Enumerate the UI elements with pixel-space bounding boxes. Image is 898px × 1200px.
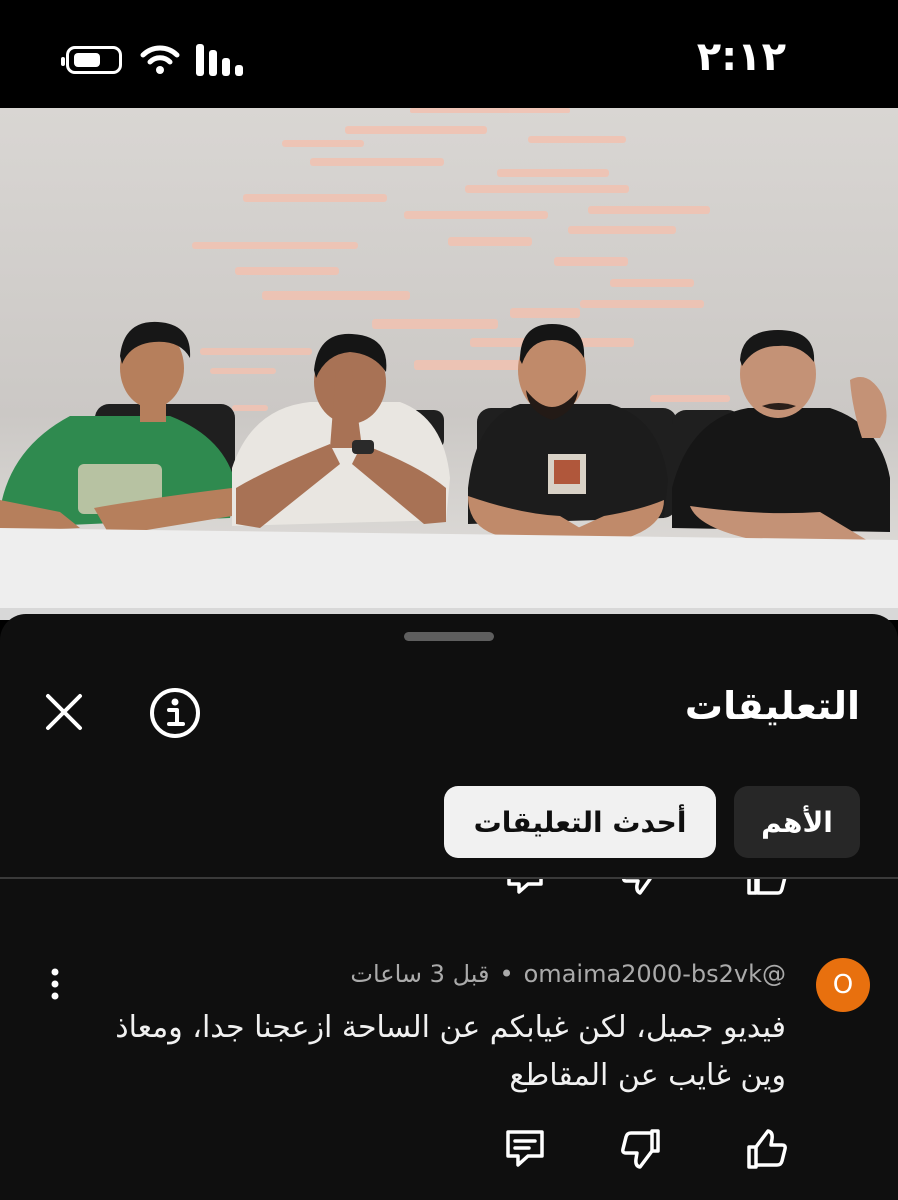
reply-icon[interactable] bbox=[502, 1126, 548, 1172]
battery-icon bbox=[61, 46, 122, 74]
dislike-icon[interactable] bbox=[618, 1126, 664, 1172]
sheet-title: التعليقات bbox=[684, 684, 860, 728]
status-icons bbox=[61, 42, 262, 76]
like-icon[interactable] bbox=[744, 1126, 790, 1172]
battery-level bbox=[74, 53, 100, 67]
comment-meta: @omaima2000-bs2vk • قبل 3 ساعات bbox=[350, 960, 786, 988]
dislike-icon[interactable] bbox=[620, 879, 662, 895]
drag-handle[interactable] bbox=[404, 632, 494, 641]
more-icon[interactable] bbox=[44, 966, 66, 1002]
previous-comment-actions bbox=[0, 879, 898, 895]
comment-author[interactable]: @omaima2000-bs2vk bbox=[524, 960, 786, 988]
comment-text: فيديو جميل، لكن غيابكم عن الساحة ازعجنا … bbox=[115, 1010, 786, 1093]
close-icon[interactable] bbox=[40, 688, 88, 736]
reply-icon[interactable] bbox=[504, 879, 546, 895]
status-bar: ٢:١٢ bbox=[0, 0, 898, 108]
status-time: ٢:١٢ bbox=[696, 34, 786, 80]
signal-icon bbox=[196, 44, 243, 76]
comments-sheet: التعليقات الأهم أحدث التعليقات O @omaima… bbox=[0, 614, 898, 1200]
meta-separator: • bbox=[499, 960, 514, 988]
video-player[interactable] bbox=[0, 108, 898, 620]
sort-chip-top[interactable]: الأهم bbox=[734, 786, 860, 858]
avatar[interactable]: O bbox=[816, 958, 870, 1012]
video-frame bbox=[0, 108, 898, 620]
wifi-icon bbox=[140, 45, 180, 74]
info-icon[interactable] bbox=[148, 686, 202, 740]
like-icon[interactable] bbox=[746, 879, 788, 895]
sort-chip-newest[interactable]: أحدث التعليقات bbox=[444, 786, 716, 858]
comment-time: قبل 3 ساعات bbox=[350, 960, 490, 988]
